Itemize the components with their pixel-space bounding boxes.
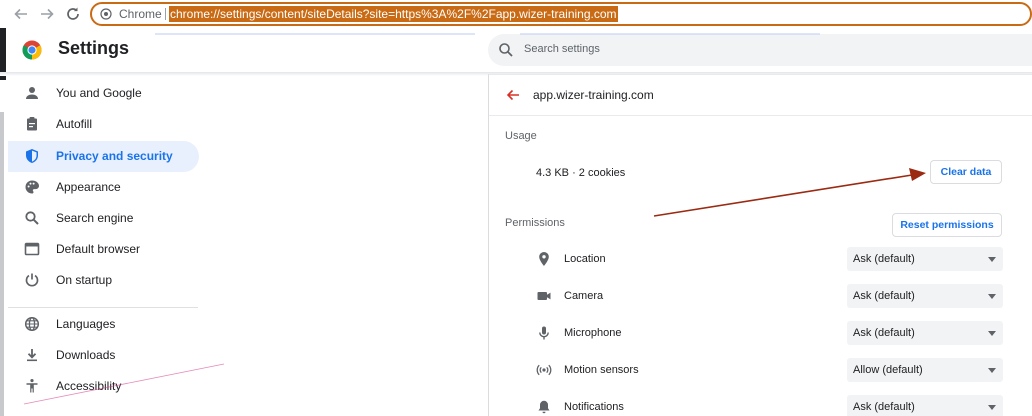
camera-permission-select[interactable]: Ask (default) [847, 284, 1003, 308]
url-text[interactable]: chrome://settings/content/siteDetails?si… [169, 6, 618, 22]
clear-data-button[interactable]: Clear data [930, 160, 1002, 184]
chrome-page-icon [100, 8, 112, 20]
search-settings-input[interactable]: Search settings [488, 34, 1032, 66]
sidebar-item-label: Default browser [56, 242, 141, 256]
permission-row-motion-sensors: Motion sensors Allow (default) [489, 352, 1032, 389]
arrow-right-icon [41, 8, 54, 20]
notifications-permission-select[interactable]: Ask (default) [847, 395, 1003, 416]
permission-row-notifications: Notifications Ask (default) [489, 389, 1032, 416]
browser-toolbar: Chrome chrome://settings/content/siteDet… [0, 0, 1032, 28]
motion-sensors-icon [536, 364, 552, 376]
select-value: Ask (default) [853, 253, 915, 265]
chevron-down-icon [988, 331, 996, 336]
sidebar-item-label: You and Google [56, 86, 142, 100]
usage-section-label: Usage [505, 130, 537, 142]
sidebar-item-accessibility[interactable]: Accessibility [8, 371, 199, 402]
chevron-down-icon [988, 405, 996, 410]
sidebar-item-on-startup[interactable]: On startup [8, 265, 199, 296]
back-button[interactable] [12, 5, 30, 23]
download-icon [27, 349, 37, 362]
usage-value: 4.3 KB · 2 cookies [536, 167, 626, 179]
search-icon [25, 211, 39, 225]
sidebar-item-autofill[interactable]: Autofill [8, 109, 199, 140]
browser-window-icon [24, 242, 40, 256]
reset-permissions-button[interactable]: Reset permissions [892, 213, 1002, 237]
sidebar-item-label: Autofill [56, 117, 93, 131]
permission-label: Camera [564, 290, 604, 302]
camera-icon [537, 292, 551, 300]
select-value: Ask (default) [853, 290, 915, 302]
permission-label: Motion sensors [564, 364, 639, 376]
sidebar-item-label: Downloads [56, 348, 116, 362]
render-artifact [155, 33, 475, 35]
palette-icon [25, 180, 39, 194]
address-bar[interactable]: Chrome chrome://settings/content/siteDet… [90, 2, 1032, 26]
sidebar-item-appearance[interactable]: Appearance [8, 172, 199, 203]
sidebar-divider [8, 307, 198, 308]
permission-row-microphone: Microphone Ask (default) [489, 315, 1032, 352]
sidebar-item-label: Search engine [56, 211, 134, 225]
location-permission-select[interactable]: Ask (default) [847, 247, 1003, 271]
permission-label: Notifications [564, 401, 624, 413]
render-artifact [520, 33, 820, 35]
permission-row-camera: Camera Ask (default) [489, 278, 1032, 315]
omnibox-separator [165, 8, 166, 20]
sidebar-item-label: Accessibility [56, 379, 122, 393]
power-icon [25, 273, 39, 287]
sidebar-item-search-engine[interactable]: Search engine [8, 203, 199, 234]
chrome-logo-icon [22, 40, 42, 60]
shield-icon [26, 149, 38, 163]
microphone-icon [539, 326, 549, 340]
header-divider [489, 115, 1032, 116]
globe-icon [24, 316, 40, 332]
chevron-down-icon [988, 257, 996, 262]
page-title: Settings [58, 38, 130, 58]
sidebar-item-languages[interactable]: Languages [8, 309, 199, 340]
forward-button[interactable] [38, 5, 56, 23]
permission-label: Location [564, 253, 606, 265]
sidebar-scroll-edge [0, 112, 4, 416]
location-pin-icon [539, 252, 549, 266]
chevron-down-icon [988, 368, 996, 373]
search-icon [499, 43, 513, 57]
select-value: Ask (default) [853, 401, 915, 413]
site-origin-title: app.wizer-training.com [533, 88, 654, 102]
accessibility-icon [26, 379, 38, 393]
reload-icon [67, 7, 79, 20]
sidebar-item-label: Appearance [56, 180, 121, 194]
chevron-down-icon [988, 294, 996, 299]
motion-sensors-permission-select[interactable]: Allow (default) [847, 358, 1003, 382]
clipboard-icon [27, 117, 37, 131]
site-details-card: app.wizer-training.com Usage 4.3 KB · 2 … [488, 74, 1032, 416]
permission-row-location: Location Ask (default) [489, 241, 1032, 278]
microphone-permission-select[interactable]: Ask (default) [847, 321, 1003, 345]
search-placeholder: Search settings [524, 43, 600, 55]
select-value: Ask (default) [853, 327, 915, 339]
permissions-section-label: Permissions [505, 217, 565, 229]
arrow-left-icon [14, 8, 27, 20]
sidebar-item-label: Languages [56, 317, 116, 331]
sidebar-item-you-and-google[interactable]: You and Google [8, 78, 199, 109]
person-icon [26, 87, 38, 99]
bell-icon [538, 400, 550, 414]
omnibox-chip: Chrome [119, 7, 162, 21]
reload-button[interactable] [64, 5, 82, 23]
sidebar-item-default-browser[interactable]: Default browser [8, 234, 199, 265]
back-arrow-icon[interactable] [505, 87, 521, 103]
permission-label: Microphone [564, 327, 622, 339]
sidebar-item-label: Privacy and security [56, 149, 173, 163]
sidebar-item-label: On startup [56, 273, 113, 287]
sidebar-item-downloads[interactable]: Downloads [8, 340, 199, 371]
sidebar-item-privacy-and-security[interactable]: Privacy and security [8, 141, 199, 172]
select-value: Allow (default) [853, 364, 923, 376]
